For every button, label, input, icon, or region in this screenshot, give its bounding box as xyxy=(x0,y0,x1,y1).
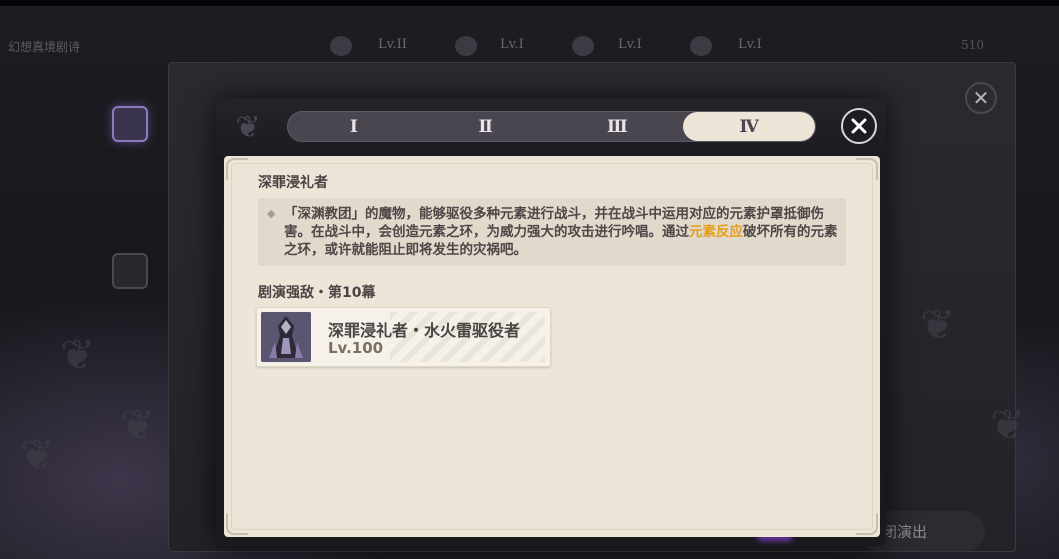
top-black-bar xyxy=(0,0,1059,6)
butterfly-icon xyxy=(112,106,148,142)
side-tab-enemy[interactable] xyxy=(100,98,160,150)
description-highlight: 元素反应 xyxy=(689,224,743,240)
tab-act-2[interactable]: Ⅱ xyxy=(420,112,552,141)
character-icon xyxy=(455,36,477,56)
background-level-2: Lv.I xyxy=(500,37,524,52)
character-icon xyxy=(690,36,712,56)
enemy-card-name: 深罪浸礼者・水火雷驱役者 xyxy=(328,321,521,340)
side-tab-card[interactable] xyxy=(100,245,160,297)
corner-ornament xyxy=(856,513,878,535)
act-tab-bar: Ⅰ Ⅱ Ⅲ Ⅳ xyxy=(287,111,816,142)
card-icon xyxy=(112,253,148,289)
enemy-description: 「深渊教团」的魔物，能够驱役多种元素进行战斗，并在战斗中运用对应的元素护罩抵御伤… xyxy=(284,205,840,259)
character-icon xyxy=(572,36,594,56)
enemy-avatar xyxy=(261,312,311,362)
background-level-1: Lv.II xyxy=(378,37,407,52)
background-level-3: Lv.I xyxy=(618,37,642,52)
tab-act-3[interactable]: Ⅲ xyxy=(552,112,684,141)
enemy-title: 深罪浸礼者 xyxy=(258,175,328,191)
background-number: 510 xyxy=(961,38,984,52)
side-tab-hat[interactable] xyxy=(100,170,160,222)
background-title: 幻想真境剧诗 xyxy=(8,40,81,54)
diamond-bullet-icon: ◆ xyxy=(267,207,276,220)
butterfly-decor-icon: ❦ xyxy=(920,300,956,349)
corner-ornament xyxy=(226,158,248,180)
background-close-icon[interactable]: ✕ xyxy=(965,82,997,114)
enemy-card-level: Lv.100 xyxy=(328,339,384,357)
corner-ornament xyxy=(226,513,248,535)
butterfly-decor-icon: ❦ xyxy=(60,330,96,379)
butterfly-emblem-icon: ❦ xyxy=(235,109,261,145)
corner-ornament xyxy=(856,158,878,180)
butterfly-decor-icon: ❦ xyxy=(120,400,156,449)
butterfly-decor-icon: ❦ xyxy=(990,400,1026,449)
enemy-portrait-icon xyxy=(261,312,311,362)
character-icon xyxy=(330,36,352,56)
close-icon xyxy=(851,118,867,134)
background-level-4: Lv.I xyxy=(738,37,762,52)
witch-hat-icon xyxy=(112,178,148,214)
close-button[interactable] xyxy=(841,108,877,144)
section-title: 剧演强敌・第10幕 xyxy=(258,285,376,301)
tab-act-4[interactable]: Ⅳ xyxy=(683,112,815,141)
butterfly-decor-icon: ❦ xyxy=(20,430,56,479)
tab-act-1[interactable]: Ⅰ xyxy=(288,112,420,141)
background-top-strip: 幻想真境剧诗 Lv.II Lv.I Lv.I Lv.I 510 xyxy=(0,30,1059,64)
